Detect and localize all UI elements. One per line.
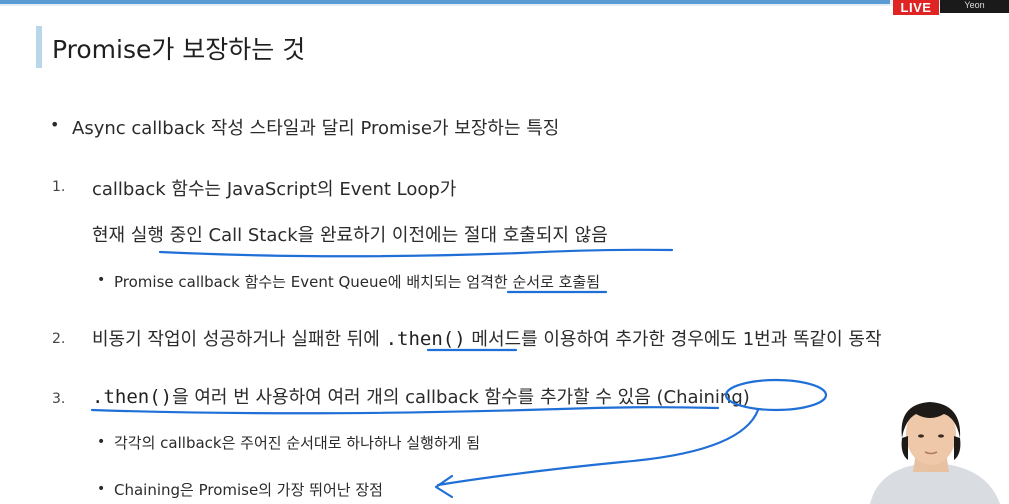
presenter-webcam [850,392,1009,504]
item-2-text-before: 비동기 작업이 성공하거나 실패한 뒤에 [92,329,380,350]
item-2-line: 비동기 작업이 성공하거나 실패한 뒤에 .then() 메서드를 이용하여 추… [92,325,882,351]
live-badge: LIVE [893,0,939,15]
arrow-head [434,474,454,499]
bullet-icon: • [50,115,60,134]
item-3-sub-bullet-1: • [97,434,106,450]
item-2-text-after: 메서드를 이용하여 추가한 경우에도 1번과 똑같이 동작 [471,329,882,350]
item-1-line2: 현재 실행 중인 Call Stack을 완료하기 이전에는 절대 호출되지 않… [92,225,608,246]
item-2-number: 2. [52,331,66,347]
item-3-text-after: 을 여러 번 사용하여 여러 개의 callback 함수를 추가할 수 있음 … [172,387,750,408]
underline-item-1 [158,248,674,258]
title-accent-bar [36,26,42,68]
camera-tag: Yeon [940,0,1009,13]
slide-title: Promise가 보장하는 것 [52,35,306,64]
item-3-number: 3. [52,391,66,407]
item-3-sub-2: Chaining은 Promise의 가장 뛰어난 장점 [114,481,383,499]
item-3-line: .then()을 여러 번 사용하여 여러 개의 callback 함수를 추가… [92,383,750,409]
item-3-code: .then() [92,386,173,408]
item-2-code: .then() [385,328,466,350]
item-3-sub-bullet-2: • [97,481,106,497]
item-3-sub-1: 각각의 callback은 주어진 순서대로 하나하나 실행하게 됨 [114,434,481,452]
arrow-to-advantage [436,408,760,487]
intro-text: Async callback 작성 스타일과 달리 Promise가 보장하는 … [72,118,560,139]
item-1-number: 1. [52,179,66,195]
presenter-figure [870,402,1000,504]
top-accent-bar [0,0,890,4]
item-1-sub-bullet: • [97,272,106,288]
item-1-line1: callback 함수는 JavaScript의 Event Loop가 [92,179,457,200]
item-1-sub: Promise callback 함수는 Event Queue에 배치되는 엄… [114,273,601,291]
